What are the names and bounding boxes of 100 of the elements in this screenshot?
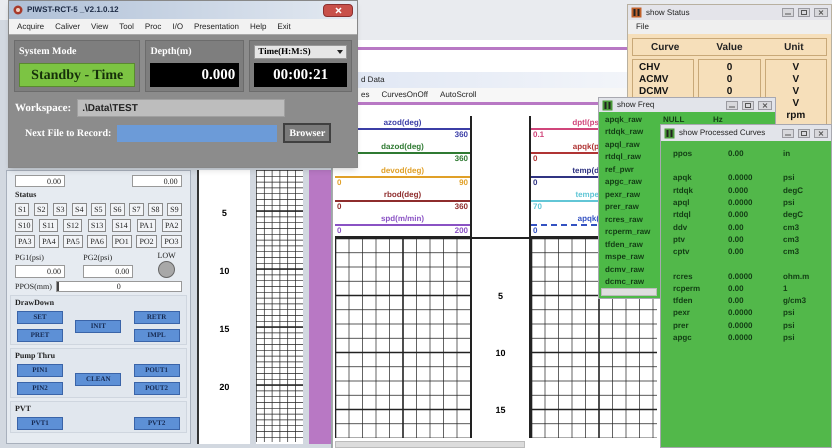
minimize-icon (782, 8, 794, 17)
table-cell: V (792, 98, 800, 110)
status-button[interactable]: S3 (53, 203, 68, 216)
table-cell-text: apgc_raw (605, 176, 643, 188)
menu-item[interactable]: Proc (144, 20, 162, 32)
curve-name: tempe (575, 190, 599, 200)
close-icon (814, 128, 828, 138)
table-cell-text: rtdql (673, 209, 692, 222)
menu-item[interactable]: Help (250, 20, 266, 32)
table-cell-text: apqk (673, 172, 693, 184)
status-button[interactable]: S8 (148, 203, 163, 216)
status-button[interactable]: S13 (88, 219, 106, 232)
scrollbar (601, 288, 657, 296)
table-cell-text: 0.0000 (728, 307, 754, 320)
status-button[interactable]: S4 (72, 203, 86, 216)
curve-name: azod(deg) (384, 118, 422, 128)
status-button[interactable]: S2 (34, 203, 48, 216)
table-cell-text: 0.00 (728, 234, 745, 246)
status-button[interactable]: S14 (112, 219, 131, 232)
app-icon (13, 5, 23, 15)
status-button[interactable]: S12 (63, 219, 82, 232)
panel-label: System Mode (19, 45, 78, 59)
close-icon (814, 8, 828, 17)
table-cell-text: rcres (673, 270, 694, 283)
menu-item[interactable]: I/O (172, 20, 184, 32)
window-title: show Processed Curves (679, 127, 766, 139)
status-button[interactable]: PA6 (87, 235, 107, 248)
menu-item[interactable]: Caliver (55, 20, 80, 32)
table-cell-text: NULL (663, 114, 686, 126)
status-button[interactable]: PO1 (112, 235, 132, 248)
section-label: Pump Thru (15, 351, 56, 361)
depth-label: 10 (494, 348, 506, 358)
table-cell-text: 0.00 (728, 222, 745, 234)
depth-label: 20 (218, 382, 230, 392)
scale-max: 200 (454, 226, 468, 236)
window-icon (631, 7, 642, 18)
table-cell: ACMV (639, 74, 668, 86)
status-button[interactable]: PA4 (39, 235, 59, 248)
table-cell-text: rtdqk (673, 184, 694, 197)
status-button[interactable]: PA5 (63, 235, 83, 248)
menu-item[interactable]: Presentation (194, 20, 239, 32)
status-button[interactable]: PA2 (162, 219, 182, 232)
menu-item[interactable]: View (91, 20, 108, 32)
table-cell-text: 0.0000 (728, 332, 754, 344)
table-cell: psi (783, 320, 795, 332)
scale-min: 0 (337, 178, 342, 188)
table-cell: cm3 (783, 222, 800, 234)
value-field: 0.00 (132, 175, 182, 187)
status-button[interactable]: S5 (91, 203, 106, 216)
status-button[interactable]: PO3 (161, 235, 182, 248)
time-unit-dropdown[interactable]: Time(H:M:S) (254, 45, 347, 59)
menu-item[interactable]: AutoScroll (440, 89, 476, 101)
file-name-field[interactable] (117, 124, 278, 142)
curve-name: apqk( (578, 214, 599, 224)
table-cell-text: 0.0000 (728, 320, 754, 332)
window-icon (664, 128, 675, 138)
table-cell: degC (783, 209, 803, 222)
table-cell: cm3 (783, 234, 800, 246)
table-cell: g/cm3 (783, 295, 806, 308)
table-cell: Hz (713, 114, 723, 126)
table-cell: V (792, 86, 800, 98)
status-button[interactable]: S6 (110, 203, 125, 216)
curve-name: dptl(ps (572, 118, 599, 128)
menu-item[interactable]: File (636, 21, 649, 33)
status-button[interactable]: S10 (15, 219, 34, 232)
curve-name: apqk(p (572, 142, 599, 152)
indicator-label: LOW (157, 251, 176, 260)
browse-button[interactable]: Browser (283, 123, 332, 143)
menu-item[interactable]: CurvesOnOff (381, 89, 428, 101)
table-cell-text: prer (673, 320, 690, 332)
menu-item[interactable]: Tool (119, 20, 134, 32)
status-button[interactable]: PA1 (136, 219, 156, 232)
close-icon (758, 100, 772, 110)
scale-max: 360 (454, 202, 468, 212)
depth-label: 5 (496, 291, 504, 301)
menu-item[interactable]: Acquire (17, 20, 44, 32)
workspace-field[interactable]: .\Data\TEST (77, 99, 286, 117)
curve-name: rbod(deg) (384, 190, 422, 200)
status-button[interactable]: S7 (129, 203, 144, 216)
menu-item[interactable]: es (361, 89, 370, 101)
time-display: 00:00:21 (254, 63, 347, 87)
status-button[interactable]: S9 (167, 203, 182, 216)
table-cell: psi (783, 172, 795, 184)
minimize-icon (726, 100, 738, 110)
status-button[interactable]: S11 (39, 219, 58, 232)
value-field: 0.00 (15, 175, 65, 187)
curve-name: spd(m/min) (380, 214, 424, 224)
close-icon (334, 6, 342, 14)
status-button[interactable]: PA3 (15, 235, 34, 248)
table-cell-text: 0.000 (728, 184, 750, 197)
table-cell: 0 (726, 74, 732, 86)
table-cell: degC (783, 184, 803, 197)
status-button[interactable]: PO2 (136, 235, 157, 248)
section-label: DrawDown (15, 298, 56, 308)
table-cell-text: pexr (673, 307, 691, 320)
menu-item[interactable]: Exit (277, 20, 291, 32)
table-cell-text: ref_pwr (605, 164, 635, 176)
mode-display: Standby - Time (19, 63, 136, 87)
close-button[interactable] (323, 4, 353, 16)
status-button[interactable]: S1 (15, 203, 30, 216)
